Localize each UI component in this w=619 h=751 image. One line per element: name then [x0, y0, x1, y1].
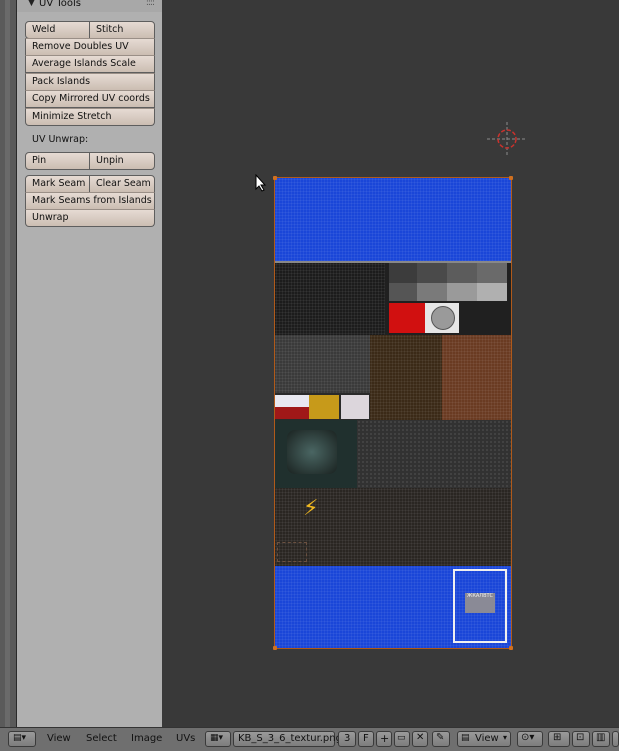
swatch: [477, 263, 507, 283]
mark-seam-button[interactable]: Mark Seam: [25, 175, 90, 193]
uv-editor-header: ▤▾ View Select Image UVs ▦▾ KB_S_3_6_tex…: [0, 727, 619, 751]
view-mode-dropdown[interactable]: ▤ View ▾: [457, 731, 511, 747]
noise-area: [275, 335, 370, 393]
average-islands-scale-button[interactable]: Average Islands Scale: [25, 55, 155, 73]
stitch-button[interactable]: Stitch: [89, 21, 155, 39]
red-chip: [275, 407, 309, 419]
users-count[interactable]: 3: [338, 731, 356, 747]
small-outline: [277, 542, 307, 562]
menu-image[interactable]: Image: [131, 733, 162, 744]
swatch: [447, 263, 477, 283]
uv-sync-icon[interactable]: ⊞: [548, 731, 570, 747]
dark-mesh-area: [275, 263, 385, 335]
emblem-swatch: [425, 303, 459, 333]
editor-type-icon[interactable]: ▤▾: [8, 731, 36, 747]
view-dropdown-text: View: [475, 733, 499, 744]
light-chip: [341, 395, 369, 419]
swatch: [417, 263, 447, 283]
emblem-icon: [431, 306, 455, 330]
uv-vertex[interactable]: [509, 646, 513, 650]
snap-icon[interactable]: [612, 731, 619, 747]
unlink-icon[interactable]: ✕: [412, 731, 428, 747]
uv-vertex[interactable]: [509, 176, 513, 180]
blue-bottom-panel: ЖКАЛВТС: [275, 566, 511, 648]
copy-mirrored-uv-button[interactable]: Copy Mirrored UV coords: [25, 90, 155, 108]
mouse-pointer-icon: [255, 173, 267, 195]
uv-texture-image[interactable]: ⚡ ЖКАЛВТС: [274, 177, 512, 649]
uv-unwrap-label: UV Unwrap:: [32, 134, 89, 145]
uv-editor-canvas[interactable]: ⚡ ЖКАЛВТС: [162, 0, 619, 727]
white-chip: [275, 395, 309, 407]
unpin-button[interactable]: Unpin: [89, 152, 155, 170]
remove-doubles-uv-button[interactable]: Remove Doubles UV: [25, 38, 155, 56]
minimize-stretch-button[interactable]: Minimize Stretch: [25, 108, 155, 126]
pivot-icon[interactable]: ⊙▾: [517, 731, 543, 747]
unwrap-button[interactable]: Unwrap: [25, 209, 155, 227]
vertex-select-icon[interactable]: ⊡: [572, 731, 590, 747]
drag-grip[interactable]: [5, 0, 10, 727]
image-name-field[interactable]: KB_S_3_6_textur.png: [233, 731, 342, 747]
edge-select-icon[interactable]: ▥: [592, 731, 610, 747]
pin-icon[interactable]: ✎: [432, 731, 450, 747]
gray-swatch-area: [385, 263, 511, 335]
engine-photo: [275, 420, 357, 488]
swatch: [389, 283, 417, 301]
swatch: [389, 263, 417, 283]
pack-islands-button[interactable]: Pack Islands: [25, 73, 155, 91]
uv-vertex[interactable]: [273, 176, 277, 180]
menu-select[interactable]: Select: [86, 733, 117, 744]
red-swatch: [389, 303, 425, 333]
yellow-chip: [309, 395, 339, 419]
new-image-icon[interactable]: +: [376, 731, 392, 747]
2d-cursor-icon[interactable]: [487, 122, 527, 156]
tool-shelf: ▼ UV Tools :::: Weld Stitch Remove Doubl…: [17, 0, 163, 727]
blue-top-panel: [275, 178, 511, 261]
brown-light-area: [442, 335, 511, 420]
weld-button[interactable]: Weld: [25, 21, 90, 39]
view-mode-icon: ▤: [461, 733, 470, 743]
fake-user-text: F: [363, 733, 369, 744]
uv-vertex[interactable]: [273, 646, 277, 650]
clear-seam-button[interactable]: Clear Seam: [89, 175, 155, 193]
panel-title: UV Tools: [39, 0, 81, 9]
engine-detail: [287, 430, 337, 474]
brown-dark-area: [370, 335, 442, 420]
swatch: [447, 283, 477, 301]
lightning-icon: ⚡: [303, 496, 319, 521]
menu-view[interactable]: View: [47, 733, 71, 744]
pin-button[interactable]: Pin: [25, 152, 90, 170]
collapse-triangle-icon[interactable]: ▼: [28, 0, 35, 8]
open-image-icon[interactable]: ▭: [394, 731, 410, 747]
fake-user-toggle[interactable]: F: [358, 731, 374, 747]
decal-plate: ЖКАЛВТС: [465, 593, 495, 613]
swatch: [417, 283, 447, 301]
tread-plate-area: [357, 420, 511, 488]
users-count-text: 3: [344, 733, 351, 744]
decal-frame: ЖКАЛВТС: [453, 569, 507, 643]
uv-tools-panel-header[interactable]: ▼ UV Tools ::::: [17, 0, 162, 12]
image-browse-icon[interactable]: ▦▾: [205, 731, 231, 747]
panel-drag-icon[interactable]: ::::: [146, 0, 155, 8]
menu-uvs[interactable]: UVs: [176, 733, 195, 744]
dark-panel-area: ⚡: [275, 488, 511, 566]
mark-seams-from-islands-button[interactable]: Mark Seams from Islands: [25, 192, 155, 210]
chevron-down-icon: ▾: [502, 733, 507, 742]
image-name-text: KB_S_3_6_textur.png: [238, 733, 342, 744]
swatch: [477, 283, 507, 301]
toolbar-edge-strip: [0, 0, 17, 727]
color-chips-row: [275, 393, 370, 420]
